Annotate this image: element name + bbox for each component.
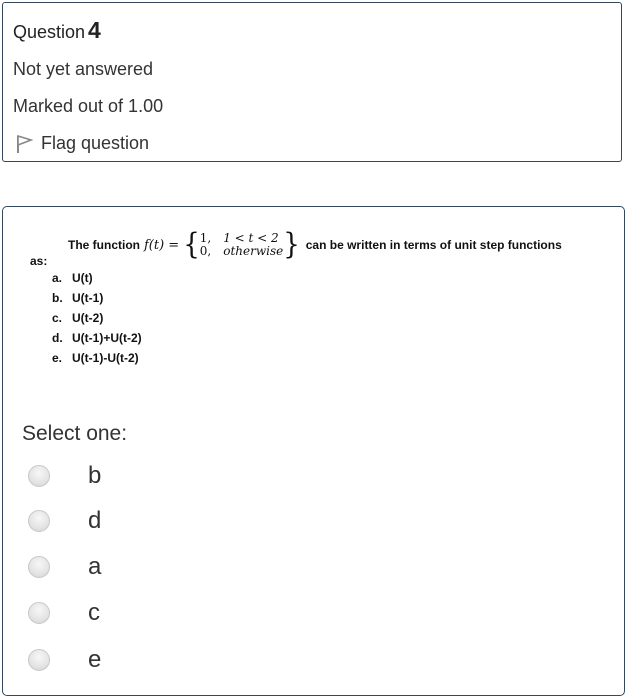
flag-question-label: Flag question <box>41 133 150 153</box>
piecewise-function: { 1, 1 < t < 2 0, otherwise } <box>183 228 300 262</box>
question-title: Question 4 <box>13 17 101 44</box>
question-prompt: The function f(t) = { 1, 1 < t < 2 0, ot… <box>68 228 562 262</box>
select-one-prompt: Select one: <box>22 422 128 445</box>
question-state: Not yet answered <box>13 59 154 79</box>
option-item-e: e. U(t-1)-U(t-2) <box>52 351 142 371</box>
case2-condition: otherwise <box>223 244 284 258</box>
left-brace: { <box>183 228 200 262</box>
answer-choice-e[interactable]: e <box>28 646 101 674</box>
option-text: U(t-2) <box>72 311 104 325</box>
flag-icon <box>17 134 33 153</box>
radio-button[interactable] <box>28 649 50 671</box>
option-letter: d. <box>52 331 63 345</box>
prompt-intro: The function <box>68 238 140 252</box>
answer-choice-b[interactable]: b <box>28 462 101 490</box>
case2-value: 0, <box>199 244 212 258</box>
question-grade: Marked out of 1.00 <box>13 96 164 116</box>
flag-question-link[interactable]: Flag question <box>15 133 149 154</box>
option-item-c: c. U(t-2) <box>52 311 142 331</box>
option-text: U(t-1)+U(t-2) <box>72 331 142 345</box>
piecewise-cases: 1, 1 < t < 2 0, otherwise <box>200 232 283 258</box>
answer-label[interactable]: d <box>88 507 101 535</box>
answer-choice-c[interactable]: c <box>28 599 100 627</box>
function-lhs: f(t) = <box>144 237 180 253</box>
question-number: 4 <box>88 17 101 43</box>
option-item-a: a. U(t) <box>52 271 142 291</box>
option-letter: e. <box>52 351 63 365</box>
right-brace: } <box>283 228 300 262</box>
prompt-continuation: as: <box>30 254 48 268</box>
radio-button[interactable] <box>28 510 50 532</box>
answer-label[interactable]: b <box>88 462 101 490</box>
option-letter: c. <box>52 311 63 325</box>
answer-label[interactable]: a <box>88 553 101 581</box>
option-text: U(t) <box>72 271 93 285</box>
radio-button[interactable] <box>28 556 50 578</box>
answer-label[interactable]: e <box>88 646 101 674</box>
option-text: U(t-1) <box>72 291 104 305</box>
option-item-b: b. U(t-1) <box>52 291 142 311</box>
prompt-suffix: can be written in terms of unit step fun… <box>305 238 562 252</box>
options-list: a. U(t) b. U(t-1) c. U(t-2) d. U(t-1)+U(t-2)… <box>52 271 142 371</box>
option-letter: a. <box>52 271 63 285</box>
option-text: U(t-1)-U(t-2) <box>72 351 139 365</box>
radio-button[interactable] <box>28 602 50 624</box>
answer-choice-a[interactable]: a <box>28 553 101 581</box>
question-title-prefix: Question <box>13 22 86 42</box>
option-letter: b. <box>52 291 63 305</box>
radio-button[interactable] <box>28 465 50 487</box>
question-info-panel: Question 4 Not yet answered Marked out of… <box>2 2 622 162</box>
answer-label[interactable]: c <box>88 599 100 627</box>
answer-choice-d[interactable]: d <box>28 507 101 535</box>
option-item-d: d. U(t-1)+U(t-2) <box>52 331 142 351</box>
